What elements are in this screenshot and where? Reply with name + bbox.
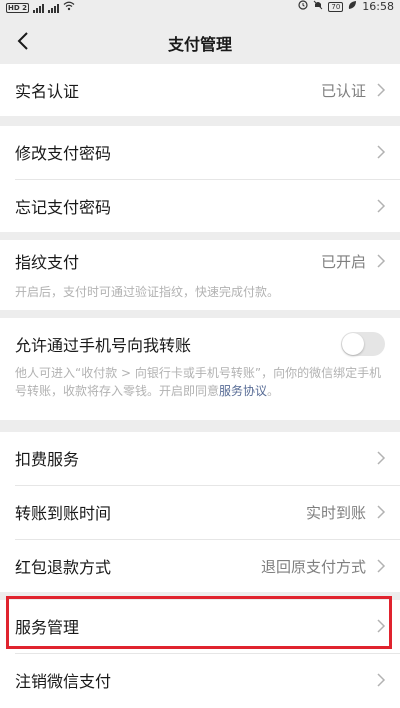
status-right: 70 16:58 [298, 0, 394, 13]
row-label: 指纹支付 [15, 253, 80, 272]
row-label: 扣费服务 [15, 450, 80, 469]
row-value: 实时到账 [305, 503, 366, 522]
chevron-right-icon [377, 451, 386, 465]
row-cancel-wechat-pay[interactable]: 注销微信支付 [0, 654, 400, 706]
status-bar: HD 2 70 16:58 [0, 0, 400, 14]
chevron-right-icon [377, 145, 386, 159]
row-value: 已开启 [320, 252, 366, 271]
group-fingerprint: 指纹支付 已开启 开启后，支付时可通过验证指纹，快速完成付款。 [0, 240, 400, 310]
chevron-right-icon [377, 505, 386, 519]
fingerprint-note: 开启后，支付时可通过验证指纹，快速完成付款。 [15, 285, 280, 299]
row-label: 转账到账时间 [15, 504, 112, 523]
group-phone-transfer: 允许通过手机号向我转账 他人可进入“收付款 > 向银行卡或手机号转账”，向你的微… [0, 318, 400, 420]
signal-icon [32, 3, 44, 13]
battery-indicator: 70 [328, 1, 344, 12]
mute-icon [313, 0, 323, 13]
leaf-icon [348, 0, 357, 13]
chevron-right-icon [377, 559, 386, 573]
phone-transfer-note: 他人可进入“收付款 > 向银行卡或手机号转账”，向你的微信绑定手机号转账，收款将… [15, 364, 385, 400]
group-real-name: 实名认证 已认证 [0, 64, 400, 116]
chevron-right-icon [377, 199, 386, 213]
row-fingerprint[interactable]: 指纹支付 已开启 [0, 237, 400, 285]
row-label: 忘记支付密码 [15, 198, 112, 217]
status-left: HD 2 [6, 1, 75, 14]
row-deduction-service[interactable]: 扣费服务 [0, 432, 400, 484]
chevron-right-icon [377, 254, 386, 268]
row-phone-transfer: 允许通过手机号向我转账 [0, 318, 400, 370]
clock: 16:58 [362, 0, 394, 13]
toggle-knob [342, 333, 364, 355]
highlight-box [6, 596, 392, 649]
row-label: 注销微信支付 [15, 672, 112, 691]
signal-icon-2 [47, 3, 59, 13]
note-text: 他人可进入“收付款 > 向银行卡或手机号转账”，向你的微信绑定手机号转账，收款将… [15, 366, 382, 398]
row-label: 实名认证 [15, 82, 80, 101]
hd-indicator: HD 2 [6, 2, 29, 13]
page-title: 支付管理 [167, 35, 232, 54]
nav-bar: 支付管理 [0, 14, 400, 70]
row-change-password[interactable]: 修改支付密码 [0, 126, 400, 178]
wifi-icon [63, 1, 75, 14]
row-value: 已认证 [320, 81, 366, 100]
row-label: 红包退款方式 [15, 558, 112, 577]
row-value: 退回原支付方式 [260, 557, 366, 576]
alarm-icon [298, 0, 308, 13]
row-label: 修改支付密码 [15, 144, 112, 163]
row-label: 允许通过手机号向我转账 [15, 336, 192, 355]
row-arrival-time[interactable]: 转账到账时间 实时到账 [0, 486, 400, 538]
chevron-right-icon [377, 83, 386, 97]
group-password: 修改支付密码 忘记支付密码 [0, 126, 400, 232]
row-real-name[interactable]: 实名认证 已认证 [0, 64, 400, 116]
row-red-packet-refund[interactable]: 红包退款方式 退回原支付方式 [0, 540, 400, 592]
chevron-right-icon [377, 673, 386, 687]
phone-transfer-toggle[interactable] [341, 332, 385, 356]
note-end: 。 [267, 384, 280, 398]
service-agreement-link[interactable]: 服务协议 [219, 384, 267, 398]
row-forgot-password[interactable]: 忘记支付密码 [0, 180, 400, 232]
group-services: 扣费服务 转账到账时间 实时到账 红包退款方式 退回原支付方式 [0, 432, 400, 592]
